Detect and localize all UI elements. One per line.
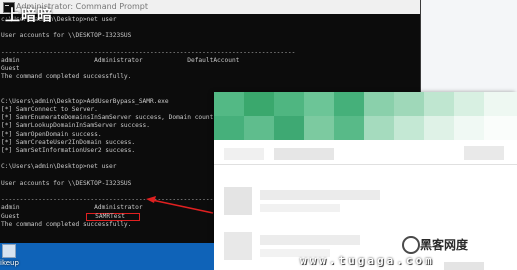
desktop-file-icon[interactable]	[2, 244, 16, 258]
desktop-strip	[0, 243, 214, 270]
pixelated-overlay-window	[214, 92, 517, 270]
brand-logo-icon	[402, 236, 420, 254]
desktop-icon-label[interactable]: ikeup	[0, 259, 19, 267]
brand-watermark: 黑客网度	[420, 238, 469, 252]
url-watermark: www.tugaga.com	[300, 254, 435, 267]
